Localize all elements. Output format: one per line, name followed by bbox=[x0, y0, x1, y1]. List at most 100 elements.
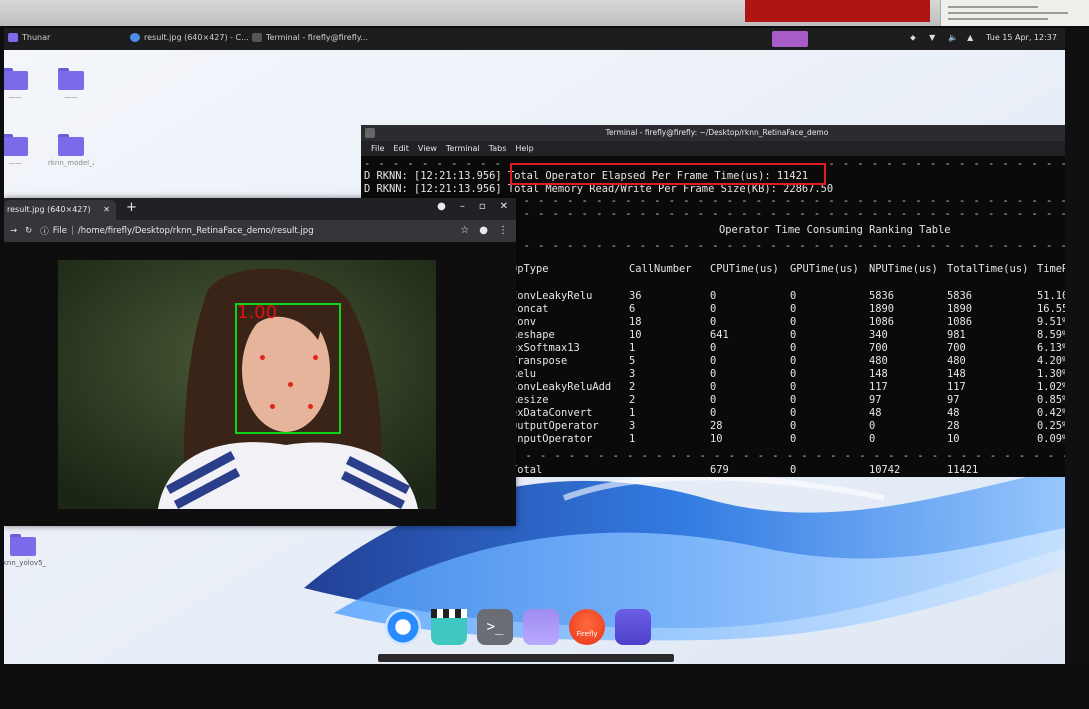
table-row: Concat 6 0 0 1890 1890 16.55% bbox=[511, 303, 1065, 316]
bluetooth-icon[interactable]: ⬥ bbox=[910, 33, 919, 42]
address-bar: → ↻ ⓘ File | /home/firefly/Desktop/rknn_… bbox=[4, 220, 516, 242]
landmark-mouth-left bbox=[270, 404, 275, 409]
wifi-icon[interactable]: ▼ bbox=[929, 33, 938, 42]
menu-view[interactable]: View bbox=[418, 144, 437, 153]
cell-optype: Reshape bbox=[511, 329, 555, 341]
cell-cputime: 641 bbox=[710, 329, 729, 341]
cell-timeratio: 16.55% bbox=[1037, 303, 1065, 315]
table-row: Resize 2 0 0 97 97 0.85% bbox=[511, 394, 1065, 407]
terminal-window-icon[interactable] bbox=[365, 128, 375, 138]
cell-cputime: 0 bbox=[710, 394, 717, 406]
workspace-switcher[interactable] bbox=[772, 31, 808, 47]
table-header: OpType CallNumber CPUTime(us) GPUTime(us… bbox=[511, 263, 1065, 276]
terminal-menubar: File Edit View Terminal Tabs Help bbox=[361, 141, 1065, 156]
cell-gputime: 0 bbox=[790, 329, 797, 341]
top-panel: Thunar result.jpg (640×427) - C... Termi… bbox=[4, 28, 1065, 50]
new-tab-icon[interactable]: + bbox=[126, 200, 137, 215]
cell-totaltime: 1086 bbox=[947, 316, 973, 328]
profile-icon[interactable]: ● bbox=[437, 201, 446, 212]
result-image: 1.00 bbox=[58, 260, 436, 509]
landmark-left-eye bbox=[260, 355, 265, 360]
cell-cputime: 0 bbox=[710, 368, 717, 380]
workspace-icon[interactable] bbox=[523, 609, 559, 645]
close-window-icon[interactable]: ✕ bbox=[500, 201, 508, 212]
cell-optype: OutputOperator bbox=[511, 420, 599, 432]
url-text: /home/firefly/Desktop/rknn_RetinaFace_de… bbox=[77, 226, 314, 236]
clock[interactable]: Tue 15 Apr, 12:37 bbox=[986, 33, 1057, 42]
desktop-folder[interactable]: —— bbox=[4, 68, 38, 101]
taskbar-item-terminal[interactable]: Terminal - firefly@firefly... bbox=[252, 33, 368, 42]
cell-cputime: 0 bbox=[710, 303, 717, 315]
desktop-folder[interactable]: —— bbox=[4, 134, 38, 167]
cell-nputime: 340 bbox=[869, 329, 888, 341]
desktop-folder-rknn-model-zoo[interactable]: rknn_model_zoo bbox=[48, 134, 94, 167]
menu-edit[interactable]: Edit bbox=[393, 144, 409, 153]
cell-callnumber: 2 bbox=[629, 381, 636, 393]
info-icon[interactable]: ⓘ bbox=[40, 225, 49, 237]
chromium-icon[interactable] bbox=[385, 609, 421, 645]
cell-callnumber: 18 bbox=[629, 316, 642, 328]
menu-terminal[interactable]: Terminal bbox=[446, 144, 480, 153]
menu-help[interactable]: Help bbox=[515, 144, 533, 153]
close-tab-icon[interactable]: ✕ bbox=[103, 200, 110, 220]
cell-timeratio: 9.51% bbox=[1037, 316, 1065, 328]
browser-tab[interactable]: result.jpg (640×427) ✕ bbox=[4, 200, 116, 220]
terminal-titlebar[interactable]: Terminal - firefly@firefly: ~/Desktop/rk… bbox=[361, 125, 1065, 141]
table-row: Relu 3 0 0 148 148 1.30% bbox=[511, 368, 1065, 381]
taskbar-item-browser[interactable]: result.jpg (640×427) - C... bbox=[130, 33, 249, 42]
cell-totaltime: 10 bbox=[947, 433, 960, 445]
omnibox[interactable]: ⓘ File | /home/firefly/Desktop/rknn_Reti… bbox=[40, 225, 313, 237]
landmark-mouth-right bbox=[308, 404, 313, 409]
cell-callnumber: 3 bbox=[629, 420, 636, 432]
cell-cputime: 28 bbox=[710, 420, 723, 432]
firefly-icon[interactable]: Firefly bbox=[569, 609, 605, 645]
table-row: OutputOperator 3 28 0 0 28 0.25% bbox=[511, 420, 1065, 433]
cell-optype: Resize bbox=[511, 394, 549, 406]
maximize-icon[interactable]: ▫ bbox=[479, 201, 486, 212]
col-timeratio: TimeRatio(%) bbox=[1037, 263, 1065, 275]
folder-icon bbox=[8, 33, 18, 42]
image-viewer-browser[interactable]: result.jpg (640×427) ✕ + ● – ▫ ✕ → ↻ ⓘ F… bbox=[4, 198, 516, 526]
cell-gputime: 0 bbox=[790, 394, 797, 406]
terminal-icon[interactable]: >_ bbox=[477, 609, 513, 645]
table-total-row: Total 679 0 10742 11421 bbox=[511, 464, 1065, 477]
notification-icon[interactable]: ▲ bbox=[967, 33, 976, 42]
taskbar-item-thunar[interactable]: Thunar bbox=[8, 33, 50, 42]
col-optype: OpType bbox=[511, 263, 549, 275]
table-body: ConvLeakyRelu36005836583651.10%Concat600… bbox=[511, 290, 1065, 446]
files-icon[interactable] bbox=[615, 609, 651, 645]
menu-tabs[interactable]: Tabs bbox=[489, 144, 507, 153]
minimize-icon[interactable]: – bbox=[460, 201, 465, 212]
cell-optype: InputOperator bbox=[511, 433, 593, 445]
table-spacer bbox=[511, 276, 1065, 290]
cell-nputime: 700 bbox=[869, 342, 888, 354]
cell-totaltime: 117 bbox=[947, 381, 966, 393]
cell-optype: ConvLeakyRelu bbox=[511, 290, 593, 302]
cell-timeratio: 0.42% bbox=[1037, 407, 1065, 419]
menu-file[interactable]: File bbox=[371, 144, 384, 153]
cell-timeratio: 1.02% bbox=[1037, 381, 1065, 393]
cell-nputime: 1086 bbox=[869, 316, 895, 328]
table-row: Transpose 5 0 0 480 480 4.20% bbox=[511, 355, 1065, 368]
reload-icon[interactable]: ↻ bbox=[25, 226, 32, 236]
cell-totaltime: 28 bbox=[947, 420, 960, 432]
desktop-icon-label: rknn_yolov5_demo bbox=[4, 559, 46, 567]
cell-totaltime: 700 bbox=[947, 342, 966, 354]
cell-timeratio: 0.09% bbox=[1037, 433, 1065, 445]
bookmark-star-icon[interactable]: ☆ bbox=[460, 225, 469, 236]
menu-kebab-icon[interactable]: ⋮ bbox=[498, 225, 508, 236]
desktop-folder[interactable]: —— bbox=[48, 68, 94, 101]
background-red-object bbox=[745, 0, 930, 22]
video-player-icon[interactable] bbox=[431, 609, 467, 645]
window-controls: ● – ▫ ✕ bbox=[437, 201, 508, 212]
table-row: Reshape 10 641 0 340 981 8.59% bbox=[511, 329, 1065, 342]
table-row: exDataConvert 1 0 0 48 48 0.42% bbox=[511, 407, 1065, 420]
dock-shelf bbox=[378, 654, 674, 662]
desktop-folder-rknn-yolov5-demo[interactable]: rknn_yolov5_demo bbox=[4, 534, 46, 567]
back-icon[interactable]: → bbox=[10, 226, 17, 236]
cell-gputime: 0 bbox=[790, 342, 797, 354]
table-row: ConvLeakyRelu 36 0 0 5836 5836 51.10% bbox=[511, 290, 1065, 303]
volume-icon[interactable]: 🔈 bbox=[948, 33, 958, 42]
account-icon[interactable]: ● bbox=[479, 225, 488, 236]
cell-optype: Conv bbox=[511, 316, 537, 328]
